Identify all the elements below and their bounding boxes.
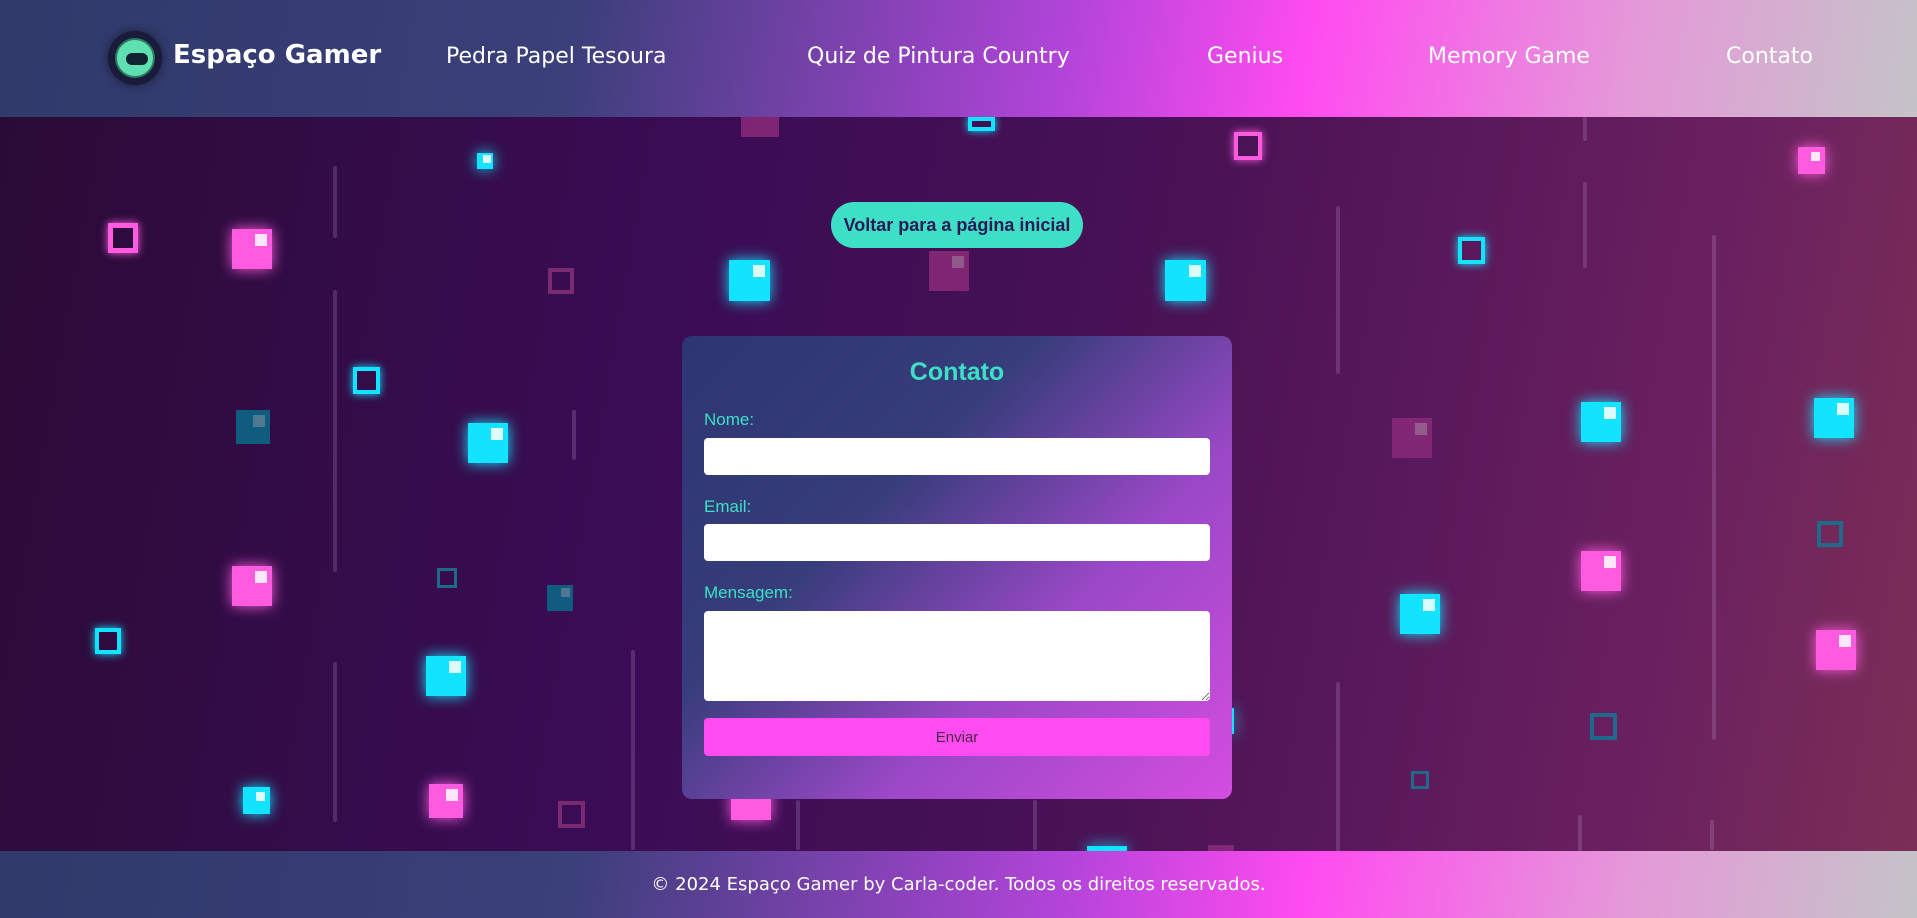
gamepad-icon[interactable] <box>108 31 162 85</box>
decor-square <box>1814 398 1854 438</box>
light-streak <box>1336 682 1340 852</box>
light-streak <box>1710 820 1714 850</box>
decor-ring <box>1590 713 1617 740</box>
decor-square <box>1581 551 1621 591</box>
decor-square <box>477 153 493 169</box>
name-label: Nome: <box>704 410 755 429</box>
contact-form-card: Contato Nome: Email: Mensagem: Enviar <box>682 336 1232 799</box>
light-streak <box>333 662 337 822</box>
footer-copyright: © 2024 Espaço Gamer by Carla-coder. Todo… <box>651 874 1266 895</box>
decor-square <box>232 229 272 269</box>
light-streak <box>1578 815 1582 851</box>
decor-ring <box>95 628 121 654</box>
decor-square <box>426 656 466 696</box>
decor-ring <box>1411 771 1429 789</box>
decor-square <box>929 251 969 291</box>
message-field[interactable] <box>704 611 1210 701</box>
light-streak <box>796 800 800 850</box>
decor-square <box>429 784 463 818</box>
light-streak <box>333 290 337 572</box>
decor-square <box>232 566 272 606</box>
decor-square <box>547 585 573 611</box>
light-streak <box>1033 800 1037 850</box>
decor-ring <box>1234 132 1262 160</box>
light-streak <box>631 650 635 850</box>
logo-badge <box>115 38 155 78</box>
submit-button[interactable]: Enviar <box>704 718 1210 756</box>
form-title: Contato <box>909 358 1005 386</box>
nav-link-genius[interactable]: Genius <box>1207 44 1283 69</box>
decor-ring <box>1817 521 1843 547</box>
decor-ring <box>108 223 138 253</box>
light-streak <box>572 410 576 460</box>
controller-shape <box>126 53 148 65</box>
site-footer: © 2024 Espaço Gamer by Carla-coder. Todo… <box>0 851 1917 918</box>
decor-ring <box>558 801 585 828</box>
message-label: Mensagem: <box>704 583 793 602</box>
light-streak <box>1583 117 1587 141</box>
nav-link-memory-game[interactable]: Memory Game <box>1428 44 1590 69</box>
email-label: Email: <box>704 497 752 516</box>
light-streak <box>333 166 337 238</box>
decor-square <box>1392 418 1432 458</box>
brand-name[interactable]: Espaço Gamer <box>173 40 381 70</box>
decor-ring <box>437 568 457 588</box>
nav-link-pedra-papel-tesoura[interactable]: Pedra Papel Tesoura <box>446 44 667 69</box>
decor-ring <box>548 268 574 294</box>
decor-square <box>1798 147 1825 174</box>
light-streak <box>1583 182 1587 268</box>
decor-square <box>729 260 770 301</box>
decor-square <box>1400 594 1440 634</box>
decor-square <box>1165 260 1206 301</box>
decor-square <box>243 787 270 814</box>
nav-link-contato[interactable]: Contato <box>1726 44 1813 69</box>
decor-square <box>741 117 779 137</box>
name-field[interactable] <box>704 438 1210 475</box>
decor-ring <box>1458 237 1485 264</box>
decor-square <box>468 423 508 463</box>
decor-ring <box>353 367 380 394</box>
decor-square <box>236 410 270 444</box>
decor-square <box>1816 630 1856 670</box>
nav-link-quiz-pintura-country[interactable]: Quiz de Pintura Country <box>807 44 1070 69</box>
light-streak <box>1712 235 1716 740</box>
email-field[interactable] <box>704 524 1210 561</box>
site-header: Espaço Gamer Pedra Papel Tesoura Quiz de… <box>0 0 1917 117</box>
light-streak <box>1336 206 1340 374</box>
decor-ring <box>968 117 995 131</box>
back-home-button[interactable]: Voltar para a página inicial <box>831 202 1083 248</box>
decor-square <box>1581 402 1621 442</box>
